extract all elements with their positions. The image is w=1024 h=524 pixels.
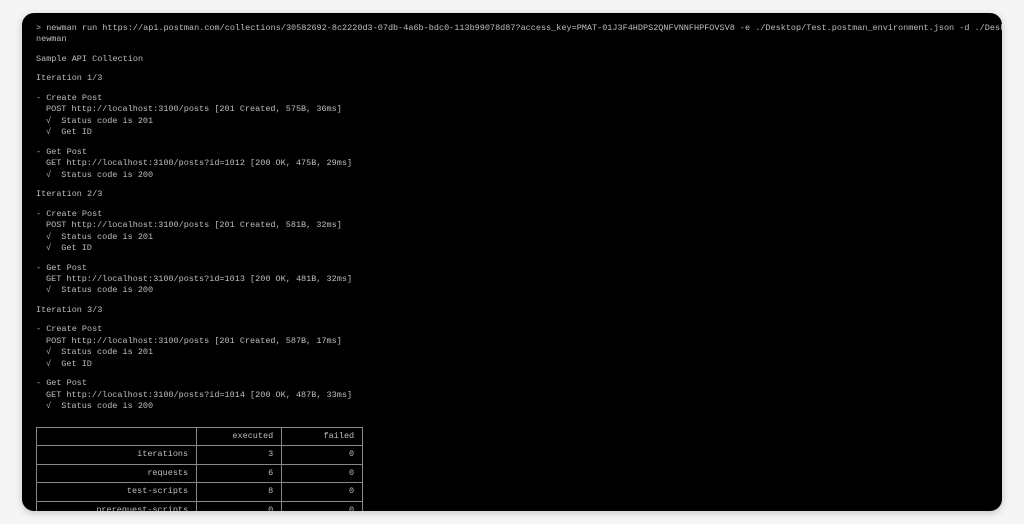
request-line: POST http://localhost:3100/posts [201 Cr… bbox=[36, 104, 988, 115]
request-label: - Create Post bbox=[36, 93, 988, 104]
request-label: - Get Post bbox=[36, 263, 988, 274]
table-cell: 3 bbox=[197, 446, 282, 464]
table-row: prerequest-scripts00 bbox=[37, 501, 363, 511]
table-cell: 8 bbox=[197, 483, 282, 501]
table-row: iterations30 bbox=[37, 446, 363, 464]
iteration-title: Iteration 1/3 bbox=[36, 73, 988, 84]
table-cell: requests bbox=[37, 464, 197, 482]
assertion-line: √ Get ID bbox=[36, 243, 988, 254]
assertion-line: √ Get ID bbox=[36, 127, 988, 138]
summary-header-failed: failed bbox=[282, 427, 363, 445]
assertion-line: √ Status code is 201 bbox=[36, 232, 988, 243]
summary-table: executed failed iterations30requests60te… bbox=[36, 427, 363, 511]
table-cell: 6 bbox=[197, 464, 282, 482]
table-cell: test-scripts bbox=[37, 483, 197, 501]
table-cell: 0 bbox=[282, 501, 363, 511]
command-line: > newman run https://api.postman.com/col… bbox=[36, 23, 988, 34]
runner-name: newman bbox=[36, 34, 988, 45]
table-cell: iterations bbox=[37, 446, 197, 464]
assertion-line: √ Get ID bbox=[36, 359, 988, 370]
summary-header-executed: executed bbox=[197, 427, 282, 445]
collection-name: Sample API Collection bbox=[36, 54, 988, 65]
assertion-line: √ Status code is 201 bbox=[36, 116, 988, 127]
request-line: POST http://localhost:3100/posts [201 Cr… bbox=[36, 220, 988, 231]
terminal-window: > newman run https://api.postman.com/col… bbox=[22, 13, 1002, 511]
iteration-title: Iteration 2/3 bbox=[36, 189, 988, 200]
assertion-line: √ Status code is 201 bbox=[36, 347, 988, 358]
table-cell: 0 bbox=[282, 483, 363, 501]
assertion-line: √ Status code is 200 bbox=[36, 401, 988, 412]
table-row: test-scripts80 bbox=[37, 483, 363, 501]
assertion-line: √ Status code is 200 bbox=[36, 170, 988, 181]
request-line: POST http://localhost:3100/posts [201 Cr… bbox=[36, 336, 988, 347]
request-label: - Create Post bbox=[36, 324, 988, 335]
request-label: - Create Post bbox=[36, 209, 988, 220]
table-cell: 0 bbox=[282, 464, 363, 482]
iteration-title: Iteration 3/3 bbox=[36, 305, 988, 316]
request-label: - Get Post bbox=[36, 147, 988, 158]
table-cell: 0 bbox=[282, 446, 363, 464]
request-label: - Get Post bbox=[36, 378, 988, 389]
request-line: GET http://localhost:3100/posts?id=1014 … bbox=[36, 390, 988, 401]
summary-header-empty bbox=[37, 427, 197, 445]
table-row: requests60 bbox=[37, 464, 363, 482]
assertion-line: √ Status code is 200 bbox=[36, 285, 988, 296]
table-cell: prerequest-scripts bbox=[37, 501, 197, 511]
request-line: GET http://localhost:3100/posts?id=1013 … bbox=[36, 274, 988, 285]
request-line: GET http://localhost:3100/posts?id=1012 … bbox=[36, 158, 988, 169]
table-cell: 0 bbox=[197, 501, 282, 511]
iterations-output: Iteration 1/3- Create PostPOST http://lo… bbox=[36, 73, 988, 420]
